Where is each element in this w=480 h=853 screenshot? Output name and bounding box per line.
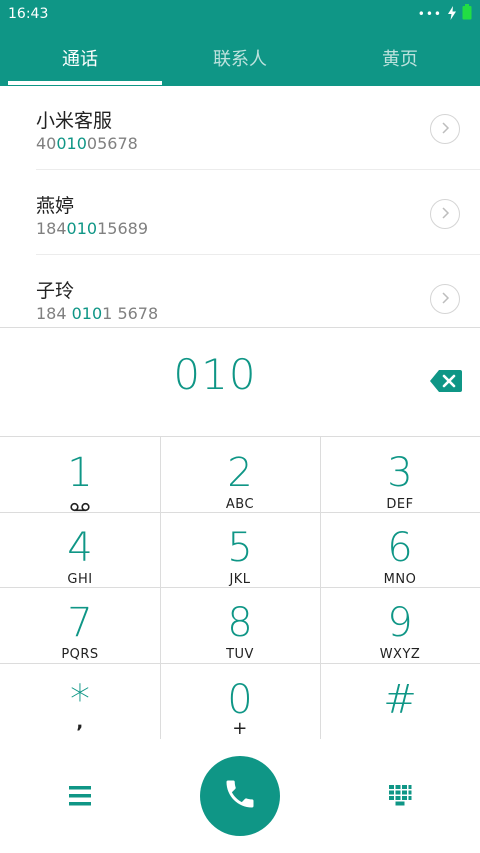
keypad-divider: [0, 512, 480, 513]
key-8[interactable]: 8 TUV: [160, 587, 320, 662]
tab-contacts[interactable]: 联系人: [160, 30, 320, 86]
contact-number: 18401015689: [36, 219, 148, 238]
backspace-button[interactable]: [430, 370, 462, 392]
contact-name: 子玲: [36, 280, 75, 302]
contact-number: 4001005678: [36, 134, 138, 153]
status-bar: 16:43 •••: [0, 0, 480, 28]
key-3[interactable]: 3 DEF: [320, 437, 480, 512]
contact-row[interactable]: 燕婷 18401015689: [0, 171, 480, 255]
call-button[interactable]: [200, 756, 280, 836]
status-dots: •••: [417, 7, 442, 21]
key-4[interactable]: 4 GHI: [0, 512, 160, 587]
chevron-right-icon: [439, 205, 451, 224]
key-hash[interactable]: #: [320, 664, 480, 739]
app-header: 16:43 ••• 通话 联系人 黄页: [0, 0, 480, 86]
charging-icon: [447, 5, 457, 24]
contact-number: 184 0101 5678: [36, 304, 159, 323]
dialpad-icon: [386, 785, 414, 814]
dial-display: 010: [0, 327, 480, 437]
divider: [36, 254, 480, 255]
menu-icon: [66, 786, 94, 813]
tab-calls[interactable]: 通话: [0, 30, 160, 86]
key-0[interactable]: 0 +: [160, 664, 320, 739]
keypad-divider: [0, 663, 480, 664]
phone-icon: [222, 776, 258, 816]
contact-suggestions: 小米客服 4001005678 燕婷 18401015689 子玲 184 01…: [0, 86, 480, 328]
key-6[interactable]: 6 MNO: [320, 512, 480, 587]
key-9[interactable]: 9 WXYZ: [320, 587, 480, 662]
contact-row[interactable]: 小米客服 4001005678: [0, 86, 480, 170]
contact-name: 小米客服: [36, 110, 113, 132]
keypad-divider: [160, 437, 161, 739]
bottom-action-bar: [0, 739, 480, 853]
contact-detail-button[interactable]: [430, 114, 460, 144]
backspace-icon: [430, 370, 462, 396]
key-5[interactable]: 5 JKL: [160, 512, 320, 587]
dial-keypad: 1 2 ABC 3 DEF 4 GHI 5 JKL 6 MNO 7 PQRS 8…: [0, 437, 480, 739]
contact-detail-button[interactable]: [430, 284, 460, 314]
chevron-right-icon: [439, 120, 451, 139]
key-1[interactable]: 1: [0, 437, 160, 512]
contact-name: 燕婷: [36, 195, 75, 217]
keypad-divider: [320, 437, 321, 739]
tab-bar: 通话 联系人 黄页: [0, 30, 480, 86]
divider: [36, 169, 480, 170]
battery-icon: [462, 4, 472, 24]
key-star[interactable]: * ,: [0, 664, 160, 739]
dialed-number: 010: [173, 350, 257, 399]
keypad-divider: [0, 587, 480, 588]
dialpad-toggle-button[interactable]: [386, 782, 414, 810]
chevron-right-icon: [439, 290, 451, 309]
key-7[interactable]: 7 PQRS: [0, 587, 160, 662]
tab-indicator: [8, 81, 162, 85]
status-icons: •••: [417, 4, 472, 24]
contact-detail-button[interactable]: [430, 199, 460, 229]
menu-button[interactable]: [66, 783, 94, 809]
status-time: 16:43: [8, 6, 49, 22]
tab-yellow-pages[interactable]: 黄页: [320, 30, 480, 86]
key-2[interactable]: 2 ABC: [160, 437, 320, 512]
